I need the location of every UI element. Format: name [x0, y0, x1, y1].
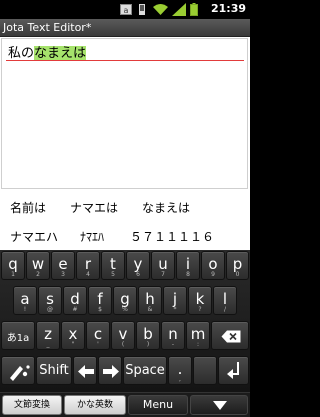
candidate-item[interactable]: ５７１１１１６ [130, 228, 214, 245]
text-editor[interactable]: 私のなまえは [0, 37, 250, 190]
enter-icon [227, 362, 239, 379]
key-b[interactable]: b) [136, 321, 160, 350]
pen-icon [10, 365, 30, 381]
key-c[interactable]: c ' [86, 321, 110, 350]
key-l[interactable]: l / [213, 286, 237, 315]
key-x[interactable]: x " [61, 321, 85, 350]
candidate-item[interactable]: ナマエは [70, 199, 118, 216]
cursor-right-key[interactable] [98, 356, 122, 385]
arrow-right-icon [103, 365, 119, 378]
key-t[interactable]: t5 [101, 251, 125, 280]
key-g[interactable]: g% [113, 286, 137, 315]
chevron-down-icon [213, 401, 227, 410]
key-n[interactable]: n- [161, 321, 185, 350]
enter-key[interactable] [218, 356, 249, 385]
status-bar: a 21:39 [0, 0, 250, 19]
app-title: Jota Text Editor* [3, 21, 92, 34]
key-o[interactable]: o9 [201, 251, 225, 280]
ime-navigation-bar: 文節変換 かな英数 Menu [0, 392, 250, 417]
space-key[interactable]: Space [123, 356, 167, 385]
shift-key[interactable]: Shift [36, 356, 72, 385]
key-v[interactable]: v( [111, 321, 135, 350]
signal-icon [172, 3, 186, 16]
svg-text:a: a [124, 6, 129, 15]
editor-underline [6, 60, 244, 61]
bunsetsu-convert-button[interactable]: 文節変換 [2, 395, 62, 415]
backspace-icon [221, 330, 241, 343]
cursor-left-key[interactable] [73, 356, 97, 385]
key-f[interactable]: f $ [88, 286, 112, 315]
wifi-icon [153, 4, 168, 15]
key-p[interactable]: p0 [226, 251, 249, 280]
candidate-item[interactable]: ナマエハ [10, 228, 58, 245]
notification-icon [139, 4, 145, 15]
arrow-left-icon [78, 365, 94, 378]
key-a[interactable]: a! [13, 286, 37, 315]
key-blank[interactable] [193, 356, 217, 385]
key-period[interactable]: ., [168, 356, 192, 385]
key-m[interactable]: m: [186, 321, 210, 350]
key-u[interactable]: u7 [151, 251, 175, 280]
composing-text: なまえは [34, 46, 87, 61]
status-time: 21:39 [210, 2, 246, 15]
notification-mail-icon: a [120, 4, 132, 15]
candidate-item[interactable]: なまえは [142, 199, 190, 216]
editor-text[interactable]: 私のなまえは [8, 42, 87, 61]
hide-keyboard-button[interactable] [190, 395, 248, 415]
key-h[interactable]: h & [138, 286, 162, 315]
candidate-bar: 名前は ナマエは なまえは ナマエハ ﾅﾏｴﾊ ５７１１１１６ [0, 190, 250, 250]
software-keyboard: q1 w2 e3 r4 t5 y6 u7 i8 o9 p0 a! s @ d # f… [0, 250, 250, 392]
title-bar: Jota Text Editor* [0, 19, 250, 37]
key-r[interactable]: r4 [76, 251, 100, 280]
key-y[interactable]: y6 [126, 251, 150, 280]
key-i[interactable]: i8 [176, 251, 200, 280]
input-mode-key[interactable]: あ1a [1, 321, 35, 350]
key-e[interactable]: e3 [51, 251, 75, 280]
battery-icon [190, 3, 198, 16]
menu-button[interactable]: Menu [128, 395, 188, 415]
key-j[interactable]: j * [163, 286, 187, 315]
candidate-item[interactable]: ﾅﾏｴﾊ [80, 228, 104, 245]
committed-text: 私の [8, 46, 35, 61]
key-w[interactable]: w2 [26, 251, 50, 280]
key-q[interactable]: q1 [1, 251, 25, 280]
key-s[interactable]: s @ [38, 286, 62, 315]
key-k[interactable]: k? [188, 286, 212, 315]
key-z[interactable]: z _ [36, 321, 60, 350]
candidate-item[interactable]: 名前は [10, 199, 46, 216]
kana-alnum-button[interactable]: かな英数 [64, 395, 126, 415]
backspace-key[interactable] [211, 321, 249, 350]
settings-key[interactable] [1, 356, 35, 385]
key-d[interactable]: d # [63, 286, 87, 315]
